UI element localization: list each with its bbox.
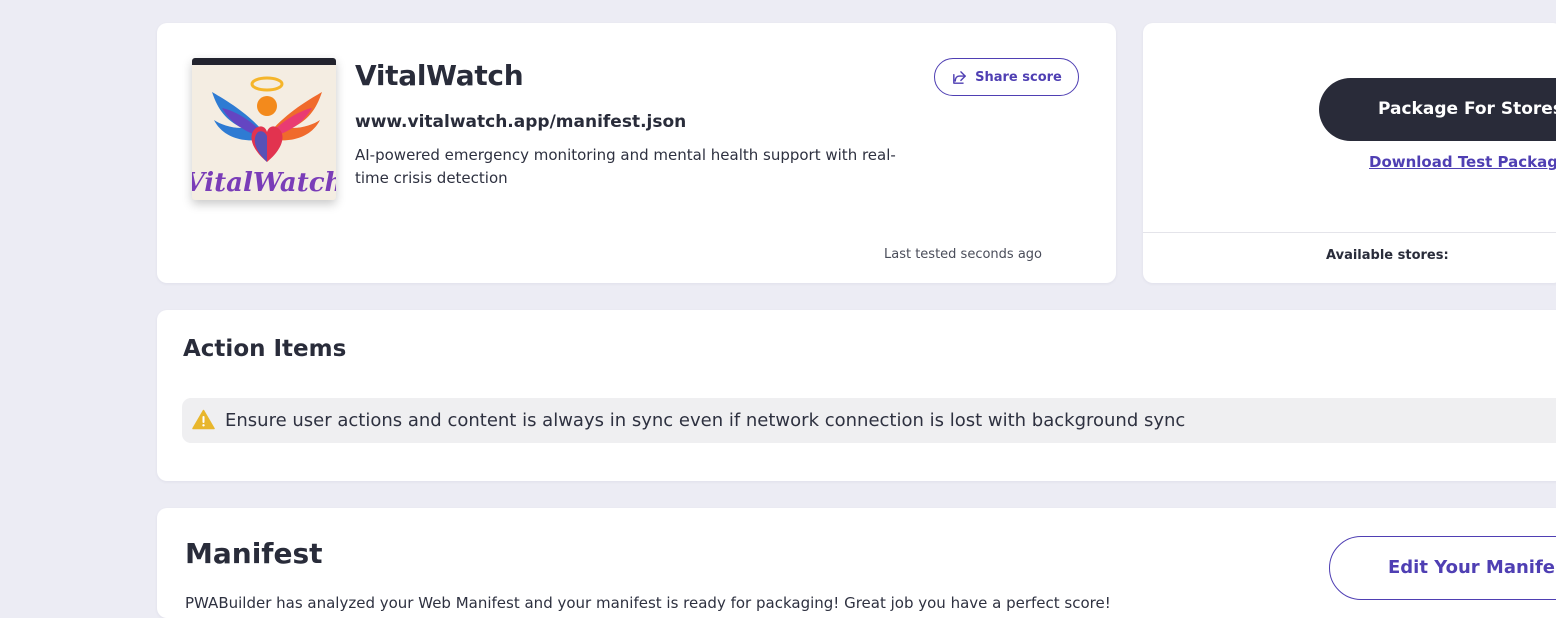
share-score-label: Share score (975, 69, 1062, 85)
manifest-description: PWABuilder has analyzed your Web Manifes… (185, 594, 1111, 612)
app-description: AI-powered emergency monitoring and ment… (355, 146, 896, 187)
app-icon: VitalWatch (192, 58, 336, 200)
package-card: Package For Stores Download Test Package… (1143, 23, 1556, 283)
app-icon-wordmark: VitalWatch (192, 168, 336, 198)
package-for-stores-button[interactable]: Package For Stores (1319, 78, 1556, 141)
available-stores-label: Available stores: (1326, 248, 1449, 263)
manifest-title: Manifest (185, 537, 323, 570)
app-name: VitalWatch (355, 59, 524, 92)
app-logo-icon: VitalWatch (192, 76, 336, 198)
action-item-text: Ensure user actions and content is alway… (225, 410, 1186, 431)
action-items-card: Action Items Ensure user actions and con… (157, 310, 1556, 481)
manifest-url: www.vitalwatch.app/manifest.json (355, 112, 687, 132)
app-info-card: VitalWatch VitalWatch www.vitalwatch.app… (157, 23, 1116, 283)
divider (1143, 232, 1556, 233)
manifest-card: Manifest PWABuilder has analyzed your We… (157, 508, 1556, 618)
action-items-title: Action Items (183, 336, 347, 362)
action-item: Ensure user actions and content is alway… (182, 398, 1556, 443)
last-tested-text: Last tested seconds ago (884, 247, 1042, 262)
warning-icon (192, 409, 215, 430)
edit-manifest-button[interactable]: Edit Your Manifest (1329, 536, 1556, 600)
share-score-button[interactable]: Share score (934, 58, 1079, 96)
download-test-package-link[interactable]: Download Test Package (1369, 153, 1556, 171)
share-icon (953, 70, 966, 84)
